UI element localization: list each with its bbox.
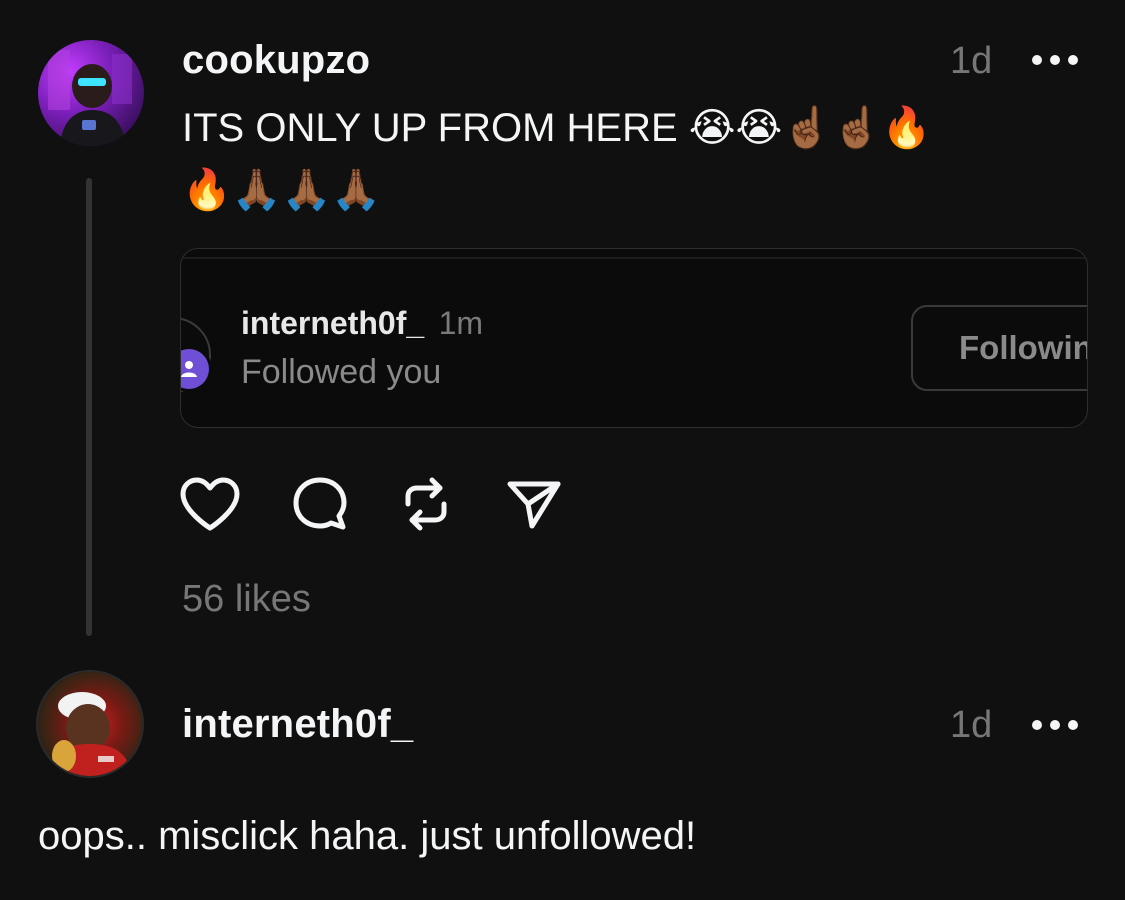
likes-count[interactable]: 56 likes — [182, 578, 311, 621]
repost-button[interactable] — [394, 472, 458, 536]
embed-time: 1m — [438, 305, 484, 341]
following-button: Following — [911, 305, 1087, 391]
like-button[interactable] — [178, 472, 242, 536]
reply-text: oops.. misclick haha. just unfollowed! — [38, 814, 697, 858]
share-button[interactable] — [502, 472, 566, 536]
heart-icon — [180, 477, 240, 531]
embed-header: interneth0f_ 1m — [241, 305, 483, 342]
post-text-line-2: 🔥🙏🏾🙏🏾🙏🏾 — [182, 168, 382, 212]
embed-subtitle: Followed you — [241, 353, 442, 391]
reply-more-options-icon[interactable] — [1032, 718, 1078, 732]
thread-line — [86, 178, 92, 636]
reply-time: 1d — [950, 704, 993, 746]
repost-icon — [405, 477, 447, 531]
more-options-icon[interactable] — [1032, 53, 1078, 67]
reply-button[interactable] — [288, 472, 352, 536]
embedded-image[interactable]: interneth0f_ 1m Followed you Following — [180, 248, 1088, 428]
avatar-image — [48, 692, 132, 776]
reply-username[interactable]: interneth0f_ — [182, 702, 413, 747]
post-username[interactable]: cookupzo — [182, 38, 370, 83]
reply-avatar[interactable] — [38, 672, 142, 776]
post-text-line-1: ITS ONLY UP FROM HERE 😭😭☝🏾☝🏾🔥 — [182, 106, 932, 150]
post-time: 1d — [950, 40, 993, 82]
embed-username: interneth0f_ — [241, 305, 425, 341]
avatar[interactable] — [38, 40, 144, 146]
comment-icon — [293, 477, 347, 530]
embed-divider — [181, 257, 1087, 259]
send-icon — [507, 481, 561, 529]
avatar-image — [48, 50, 132, 146]
